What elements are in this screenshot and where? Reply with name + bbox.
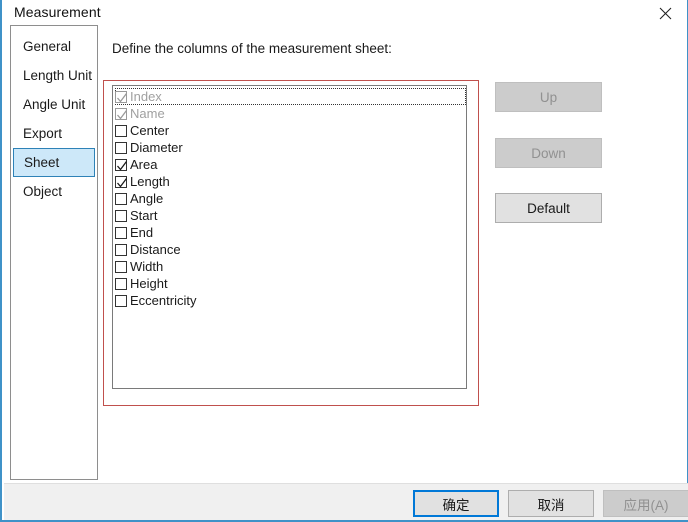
column-label: Name: [130, 107, 165, 120]
ok-button[interactable]: 确定: [413, 490, 499, 517]
cancel-label: 取消: [538, 494, 565, 514]
sidebar-item-label: Object: [23, 184, 62, 199]
column-label: Width: [130, 260, 163, 273]
column-label: Index: [130, 90, 162, 103]
default-button[interactable]: Default: [495, 193, 602, 223]
column-checkbox-row[interactable]: End: [113, 224, 466, 241]
checkbox-unchecked-icon[interactable]: [115, 278, 127, 290]
checkbox-unchecked-icon[interactable]: [115, 261, 127, 273]
measurement-dialog: Measurement General Length Unit Angle Unit…: [0, 0, 688, 522]
sidebar-item-label: Export: [23, 126, 62, 141]
column-checkbox-row[interactable]: Distance: [113, 241, 466, 258]
column-label: Center: [130, 124, 169, 137]
column-checkbox-row[interactable]: Diameter: [113, 139, 466, 156]
sidebar-item-label: Angle Unit: [23, 97, 85, 112]
instruction-label: Define the columns of the measurement sh…: [112, 41, 392, 56]
sidebar-item-angle-unit[interactable]: Angle Unit: [13, 90, 95, 119]
checkbox-checked-icon[interactable]: [115, 159, 127, 171]
close-icon: [659, 7, 672, 20]
checkbox-unchecked-icon[interactable]: [115, 244, 127, 256]
column-checkbox-row[interactable]: Height: [113, 275, 466, 292]
checkbox-unchecked-icon[interactable]: [115, 210, 127, 222]
column-checkbox-row[interactable]: Index: [115, 88, 466, 105]
sidebar-item-export[interactable]: Export: [13, 119, 95, 148]
checkbox-checked-icon[interactable]: [115, 108, 127, 120]
sidebar-item-sheet[interactable]: Sheet: [13, 148, 95, 177]
checkbox-checked-icon[interactable]: [115, 91, 127, 103]
column-checkbox-row[interactable]: Start: [113, 207, 466, 224]
checkbox-unchecked-icon[interactable]: [115, 125, 127, 137]
column-checkbox-list[interactable]: Index Name Center Diameter Area Length Angle St…: [112, 85, 467, 389]
sidebar-item-label: Sheet: [24, 155, 59, 170]
column-checkbox-row[interactable]: Area: [113, 156, 466, 173]
column-label: Eccentricity: [130, 294, 196, 307]
move-up-label: Up: [540, 90, 557, 105]
column-checkbox-row[interactable]: Center: [113, 122, 466, 139]
column-checkbox-row[interactable]: Eccentricity: [113, 292, 466, 309]
ok-label: 确定: [443, 494, 470, 514]
column-label: Area: [130, 158, 157, 171]
checkbox-unchecked-icon[interactable]: [115, 227, 127, 239]
checkbox-checked-icon[interactable]: [115, 176, 127, 188]
apply-label: 应用(A): [624, 494, 669, 514]
checkbox-unchecked-icon[interactable]: [115, 193, 127, 205]
move-down-label: Down: [531, 146, 566, 161]
checkbox-unchecked-icon[interactable]: [115, 295, 127, 307]
sidebar-item-general[interactable]: General: [13, 32, 95, 61]
checkbox-unchecked-icon[interactable]: [115, 142, 127, 154]
sidebar-item-label: General: [23, 39, 71, 54]
column-label: Diameter: [130, 141, 183, 154]
sidebar-item-length-unit[interactable]: Length Unit: [13, 61, 95, 90]
apply-button[interactable]: 应用(A): [603, 490, 688, 517]
move-down-button[interactable]: Down: [495, 138, 602, 168]
sidebar-item-label: Length Unit: [23, 68, 92, 83]
dialog-footer: 确定 取消 应用(A): [4, 483, 688, 520]
sidebar-item-object[interactable]: Object: [13, 177, 95, 206]
column-label: End: [130, 226, 153, 239]
column-label: Start: [130, 209, 157, 222]
column-checkbox-row[interactable]: Length: [113, 173, 466, 190]
column-label: Length: [130, 175, 170, 188]
category-list[interactable]: General Length Unit Angle Unit Export Sheet O…: [10, 25, 98, 480]
column-label: Height: [130, 277, 168, 290]
cancel-button[interactable]: 取消: [508, 490, 594, 517]
column-label: Angle: [130, 192, 163, 205]
default-label: Default: [527, 201, 570, 216]
column-checkbox-row[interactable]: Name: [113, 105, 466, 122]
column-label: Distance: [130, 243, 181, 256]
move-up-button[interactable]: Up: [495, 82, 602, 112]
column-checkbox-row[interactable]: Width: [113, 258, 466, 275]
title-bar: Measurement: [2, 0, 687, 26]
close-button[interactable]: [643, 0, 687, 26]
column-checkbox-row[interactable]: Angle: [113, 190, 466, 207]
window-title: Measurement: [14, 4, 101, 20]
